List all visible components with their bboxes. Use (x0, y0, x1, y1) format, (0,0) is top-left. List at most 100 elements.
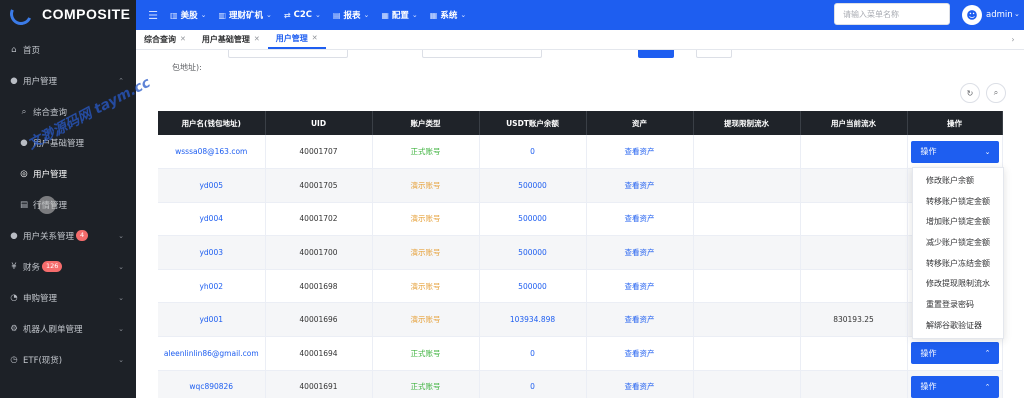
sidebar: COMPOSITE ⌂ 首页 ● 用户管理 ⌃ ⌕ 综合查询 ● 用户基础管理 … (0, 0, 136, 398)
chevron-down-icon: ⌄ (118, 262, 124, 271)
topnav-item-c2c[interactable]: ⇄ C2C ⌄ (284, 10, 321, 20)
menu-search-input[interactable]: 请输入菜单名称 (834, 3, 950, 25)
menu-item-transfer-frozen[interactable]: 转移账户冻结金额 (913, 253, 1003, 274)
cell-withdraw-limit (693, 135, 801, 170)
view-assets-link[interactable]: 查看资产 (586, 168, 694, 203)
cell-usdt-balance: 500000 (479, 269, 587, 304)
sidebar-item-label: 首页 (23, 45, 41, 56)
sidebar-menu: ⌂ 首页 ● 用户管理 ⌃ ⌕ 综合查询 ● 用户基础管理 ◎ 用户管理 ▤ 行… (0, 28, 136, 375)
cell-username[interactable]: yh002 (158, 269, 266, 304)
cell-withdraw-limit (693, 269, 801, 304)
reset-button[interactable] (696, 50, 732, 58)
tab-label: 用户管理 (275, 33, 308, 43)
menu-item-modify-withdraw-limit[interactable]: 修改提现限制流水 (913, 273, 1003, 294)
close-icon[interactable]: ✕ (312, 34, 318, 42)
cell-usdt-balance: 500000 (479, 235, 587, 270)
menu-item-reset-password[interactable]: 重置登录密码 (913, 294, 1003, 315)
actions-dropdown-button[interactable]: 操作 ⌃ (910, 375, 999, 398)
topnav-label: C2C (293, 10, 312, 20)
sidebar-item-market[interactable]: ▤ 行情管理 (0, 189, 136, 220)
topnav-item-system[interactable]: ▦ 系统 ⌄ (430, 9, 466, 22)
cell-username[interactable]: wsssa08@163.com (158, 135, 266, 170)
topnav-item-mining[interactable]: ▥ 理财矿机 ⌄ (218, 9, 271, 22)
brand-name: COMPOSITE (42, 6, 131, 22)
top-navbar: ☰ ▥ 美股 ⌄ ▥ 理财矿机 ⌄ ⇄ C2C ⌄ ▤ 报表 ⌄ ▦ 配置 ⌄ … (136, 0, 1024, 30)
table-row: yd003 40001700 演示账号 500000 查看资产 (158, 235, 1003, 270)
tab-user-basic[interactable]: 用户基础管理 ✕ (194, 29, 268, 49)
cell-account-type: 正式账号 (372, 336, 480, 371)
table-row: aleenlinlin86@gmail.com 40001694 正式账号 0 查看资产… (158, 336, 1003, 371)
sidebar-item-label: 用户管理 (33, 169, 68, 180)
finance-icon: ¥ (11, 261, 17, 272)
tab-comprehensive-query[interactable]: 综合查询 ✕ (136, 29, 194, 49)
topnav-label: 配置 (391, 11, 409, 21)
cell-withdraw-limit (693, 168, 801, 203)
cell-username[interactable]: yd005 (158, 168, 266, 203)
sidebar-item-user-admin[interactable]: ◎ 用户管理 (0, 158, 136, 189)
cell-username[interactable]: yd004 (158, 202, 266, 237)
cell-current-flow: 830193.25 (800, 302, 908, 338)
view-assets-link[interactable]: 查看资产 (586, 235, 694, 270)
table-row: yh002 40001698 演示账号 500000 查看资产 (158, 269, 1003, 304)
view-assets-link[interactable]: 查看资产 (586, 135, 694, 170)
close-icon[interactable]: ✕ (180, 35, 186, 43)
sidebar-item-finance[interactable]: ¥ 财务 126 ⌄ (0, 251, 136, 282)
cell-usdt-balance: 500000 (479, 168, 587, 203)
menu-item-increase-locked[interactable]: 增加账户锁定金额 (913, 211, 1003, 232)
sidebar-item-label: 财务 (23, 262, 41, 273)
view-assets-link[interactable]: 查看资产 (586, 269, 694, 304)
sidebar-item-etf[interactable]: ◷ ETF(现货) ⌄ (0, 344, 136, 375)
cell-username[interactable]: aleenlinlin86@gmail.com (158, 336, 266, 371)
actions-dropdown-button[interactable]: 操作 ⌃ (910, 342, 999, 365)
menu-item-modify-balance[interactable]: 修改账户余额 (913, 170, 1003, 191)
filter-input[interactable] (422, 50, 542, 58)
username[interactable]: admin (986, 10, 1013, 20)
close-icon[interactable]: ✕ (254, 35, 260, 43)
list-icon: ▤ (19, 199, 29, 210)
search-button[interactable] (638, 50, 674, 58)
cell-uid: 40001707 (265, 135, 373, 170)
user-circle-icon: ◎ (20, 168, 28, 179)
cell-username[interactable]: yd003 (158, 235, 266, 270)
exchange-icon: ⇄ (283, 10, 291, 20)
topnav-item-reports[interactable]: ▤ 报表 ⌄ (333, 9, 369, 22)
chevron-down-icon: ⌄ (200, 11, 207, 19)
actions-dropdown-button[interactable]: 操作 ⌄ (910, 140, 999, 163)
view-assets-link[interactable]: 查看资产 (586, 302, 694, 338)
table-row: wqc890826 40001691 正式账号 0 查看资产 操作 ⌃ (158, 370, 1003, 398)
chart-icon: ▥ (218, 10, 227, 20)
view-assets-link[interactable]: 查看资产 (586, 202, 694, 237)
tabs-scroll-right-icon[interactable]: › (1006, 32, 1020, 48)
view-assets-link[interactable]: 查看资产 (586, 370, 694, 398)
filter-input[interactable] (228, 50, 348, 58)
chevron-up-icon: ⌃ (984, 349, 991, 358)
avatar[interactable]: ☻ (962, 5, 982, 25)
tab-label: 用户基础管理 (201, 34, 250, 44)
sidebar-item-user-relations[interactable]: ● 用户关系管理 4 ⌄ (0, 220, 136, 251)
search-icon[interactable]: ⌕ (986, 83, 1006, 103)
hamburger-icon[interactable]: ☰ (136, 9, 170, 22)
view-assets-link[interactable]: 查看资产 (586, 336, 694, 371)
sidebar-item-home[interactable]: ⌂ 首页 (0, 34, 136, 65)
cell-username[interactable]: yd001 (158, 302, 266, 338)
tab-user-admin[interactable]: 用户管理 ✕ (267, 29, 326, 49)
cell-actions: 操作 ⌃ (907, 370, 1003, 398)
menu-item-transfer-locked[interactable]: 转移账户锁定金额 (913, 191, 1003, 212)
cell-actions: 操作 ⌃ (907, 336, 1003, 371)
sidebar-item-subscribe[interactable]: ◔ 申购管理 ⌄ (0, 282, 136, 313)
sidebar-item-robot[interactable]: ⚙ 机器人刷单管理 ⌄ (0, 313, 136, 344)
cell-account-type: 演示账号 (372, 168, 480, 203)
topnav-label: 报表 (343, 11, 361, 21)
button-label: 操作 (920, 147, 937, 157)
refresh-icon[interactable]: ↻ (960, 83, 980, 103)
menu-item-decrease-locked[interactable]: 减少账户锁定金额 (913, 232, 1003, 253)
cell-username[interactable]: wqc890826 (158, 370, 266, 398)
chevron-down-icon: ⌄ (118, 231, 124, 240)
topnav-item-us-stocks[interactable]: ▥ 美股 ⌄ (170, 9, 207, 22)
cell-withdraw-limit (693, 235, 801, 270)
chevron-down-icon: ⌄ (118, 293, 124, 302)
topnav-item-config[interactable]: ▦ 配置 ⌄ (381, 9, 417, 22)
topnav-label: 美股 (180, 11, 198, 21)
menu-item-unbind-google-auth[interactable]: 解绑谷歌验证器 (913, 315, 1003, 336)
chevron-down-icon[interactable]: ⌄ (1014, 10, 1020, 18)
